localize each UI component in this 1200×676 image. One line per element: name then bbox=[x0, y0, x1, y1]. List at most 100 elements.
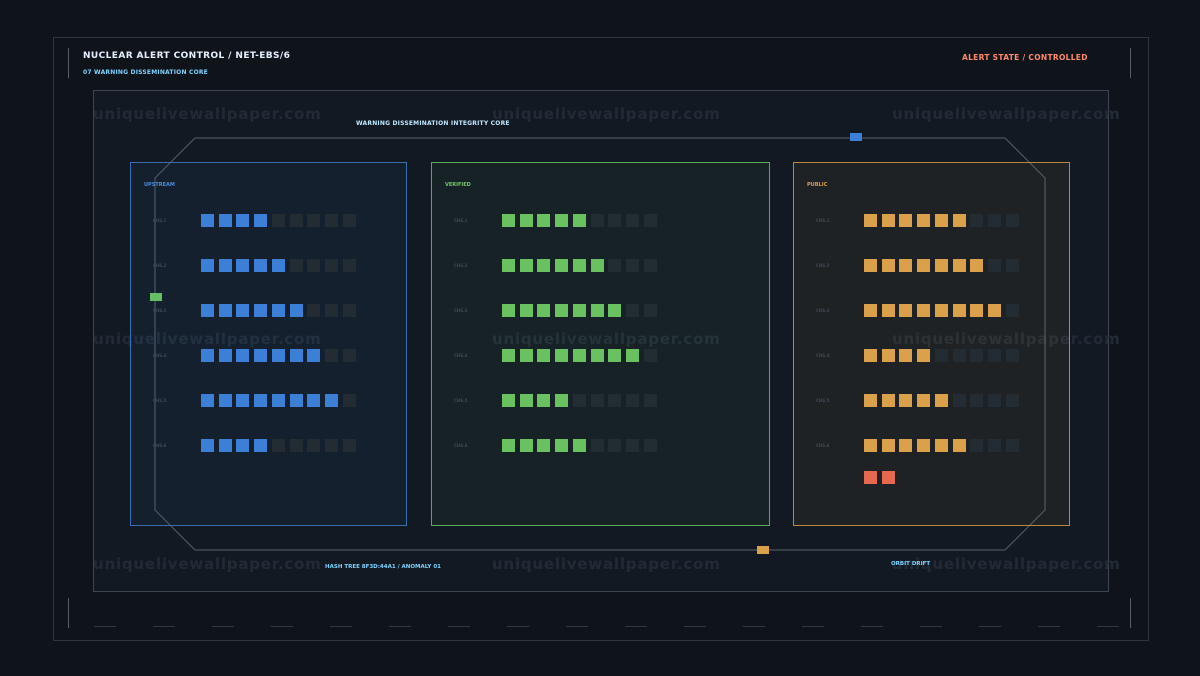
level-cell-filled bbox=[899, 439, 913, 452]
level-cell-filled bbox=[519, 394, 533, 407]
level-cell-filled bbox=[218, 214, 232, 227]
level-cell-filled bbox=[236, 394, 250, 407]
level-cell-empty bbox=[643, 349, 657, 362]
ring-marker-orange bbox=[757, 546, 769, 554]
level-cell-empty bbox=[1005, 394, 1019, 407]
level-cell-empty bbox=[643, 439, 657, 452]
level-cell-filled bbox=[537, 304, 551, 317]
level-cell-filled bbox=[899, 214, 913, 227]
level-cell-empty bbox=[342, 439, 356, 452]
level-cell-empty bbox=[271, 439, 285, 452]
channel-label: CHS.2 bbox=[816, 263, 830, 268]
level-cell-filled bbox=[254, 259, 268, 272]
level-cell-filled bbox=[572, 214, 586, 227]
level-cell-empty bbox=[987, 214, 1001, 227]
level-cell-empty bbox=[625, 259, 639, 272]
channel-label: CHS.5 bbox=[153, 398, 167, 403]
integrity-core-title: WARNING DISSEMINATION INTEGRITY CORE bbox=[356, 120, 510, 127]
level-cell-filled bbox=[952, 439, 966, 452]
level-cell-empty bbox=[1005, 439, 1019, 452]
channel-label: CHS.6 bbox=[816, 443, 830, 448]
hash-tree-label: HASH TREE 8F3D:44A1 / ANOMALY 01 bbox=[325, 564, 441, 570]
level-cell-filled bbox=[502, 259, 515, 272]
level-cell-filled bbox=[899, 349, 913, 362]
anomaly-cell bbox=[864, 471, 877, 484]
level-cell-filled bbox=[236, 259, 250, 272]
level-cell-filled bbox=[608, 349, 622, 362]
level-cell-filled bbox=[201, 394, 214, 407]
column-verified: VERIFIED CHS.1 CHS.2 CHS.3 CHS.4 CHS.5 CHS.6 bbox=[431, 162, 770, 526]
level-cell-filled bbox=[952, 304, 966, 317]
level-cell-filled bbox=[590, 259, 604, 272]
level-cell-filled bbox=[864, 394, 877, 407]
column-upstream: UPSTREAM CHS.1 CHS.2 CHS.3 CHS.4 CHS.5 CHS.6 bbox=[130, 162, 407, 526]
level-cell-filled bbox=[519, 349, 533, 362]
level-cell-filled bbox=[254, 394, 268, 407]
level-cell-filled bbox=[254, 349, 268, 362]
level-cell-filled bbox=[572, 259, 586, 272]
level-cell-filled bbox=[555, 304, 569, 317]
level-cell-filled bbox=[881, 304, 895, 317]
level-cell-empty bbox=[324, 304, 338, 317]
level-cell-filled bbox=[236, 349, 250, 362]
level-cell-filled bbox=[917, 304, 931, 317]
level-cell-empty bbox=[987, 394, 1001, 407]
level-cell-empty bbox=[987, 259, 1001, 272]
level-cell-filled bbox=[864, 304, 877, 317]
level-cell-filled bbox=[952, 259, 966, 272]
level-cell-empty bbox=[342, 349, 356, 362]
level-cell-empty bbox=[324, 439, 338, 452]
level-cell-empty bbox=[307, 304, 321, 317]
level-cell-empty bbox=[987, 349, 1001, 362]
level-cell-filled bbox=[555, 349, 569, 362]
level-cell-empty bbox=[970, 214, 984, 227]
level-cell-filled bbox=[502, 394, 515, 407]
level-cell-filled bbox=[864, 349, 877, 362]
level-cell-filled bbox=[934, 259, 948, 272]
level-cell-filled bbox=[934, 439, 948, 452]
level-cell-empty bbox=[590, 214, 604, 227]
level-cell-filled bbox=[519, 439, 533, 452]
level-cell-filled bbox=[271, 259, 285, 272]
level-cell-filled bbox=[218, 394, 232, 407]
level-cell-filled bbox=[917, 214, 931, 227]
level-cell-empty bbox=[1005, 214, 1019, 227]
level-cell-filled bbox=[236, 439, 250, 452]
level-cell-empty bbox=[590, 439, 604, 452]
level-cell-filled bbox=[881, 349, 895, 362]
channel-label: CHS.2 bbox=[454, 263, 468, 268]
level-cell-filled bbox=[555, 259, 569, 272]
level-cell-empty bbox=[289, 439, 303, 452]
level-cell-empty bbox=[307, 214, 321, 227]
channel-label: CHS.6 bbox=[153, 443, 167, 448]
level-cell-filled bbox=[934, 394, 948, 407]
level-cell-empty bbox=[608, 214, 622, 227]
level-cell-filled bbox=[307, 349, 321, 362]
level-cell-empty bbox=[1005, 349, 1019, 362]
channel-label: CHS.3 bbox=[153, 308, 167, 313]
level-cell-filled bbox=[899, 304, 913, 317]
level-cell-empty bbox=[342, 304, 356, 317]
level-cell-filled bbox=[917, 439, 931, 452]
level-cell-filled bbox=[970, 259, 984, 272]
level-cell-filled bbox=[590, 349, 604, 362]
level-cell-filled bbox=[201, 349, 214, 362]
level-cell-filled bbox=[917, 349, 931, 362]
channel-label: CHS.6 bbox=[454, 443, 468, 448]
level-cell-empty bbox=[342, 214, 356, 227]
channel-label: CHS.4 bbox=[454, 353, 468, 358]
level-cell-filled bbox=[218, 439, 232, 452]
level-cell-filled bbox=[572, 439, 586, 452]
column-label-verified: VERIFIED bbox=[445, 182, 471, 188]
level-cell-filled bbox=[917, 259, 931, 272]
level-cell-empty bbox=[324, 214, 338, 227]
level-cell-empty bbox=[643, 304, 657, 317]
level-cell-filled bbox=[970, 304, 984, 317]
level-cell-filled bbox=[555, 214, 569, 227]
level-cell-filled bbox=[502, 304, 515, 317]
level-cell-empty bbox=[324, 259, 338, 272]
channel-label: CHS.4 bbox=[153, 353, 167, 358]
level-cell-filled bbox=[218, 349, 232, 362]
level-cell-filled bbox=[899, 259, 913, 272]
level-cell-filled bbox=[289, 394, 303, 407]
